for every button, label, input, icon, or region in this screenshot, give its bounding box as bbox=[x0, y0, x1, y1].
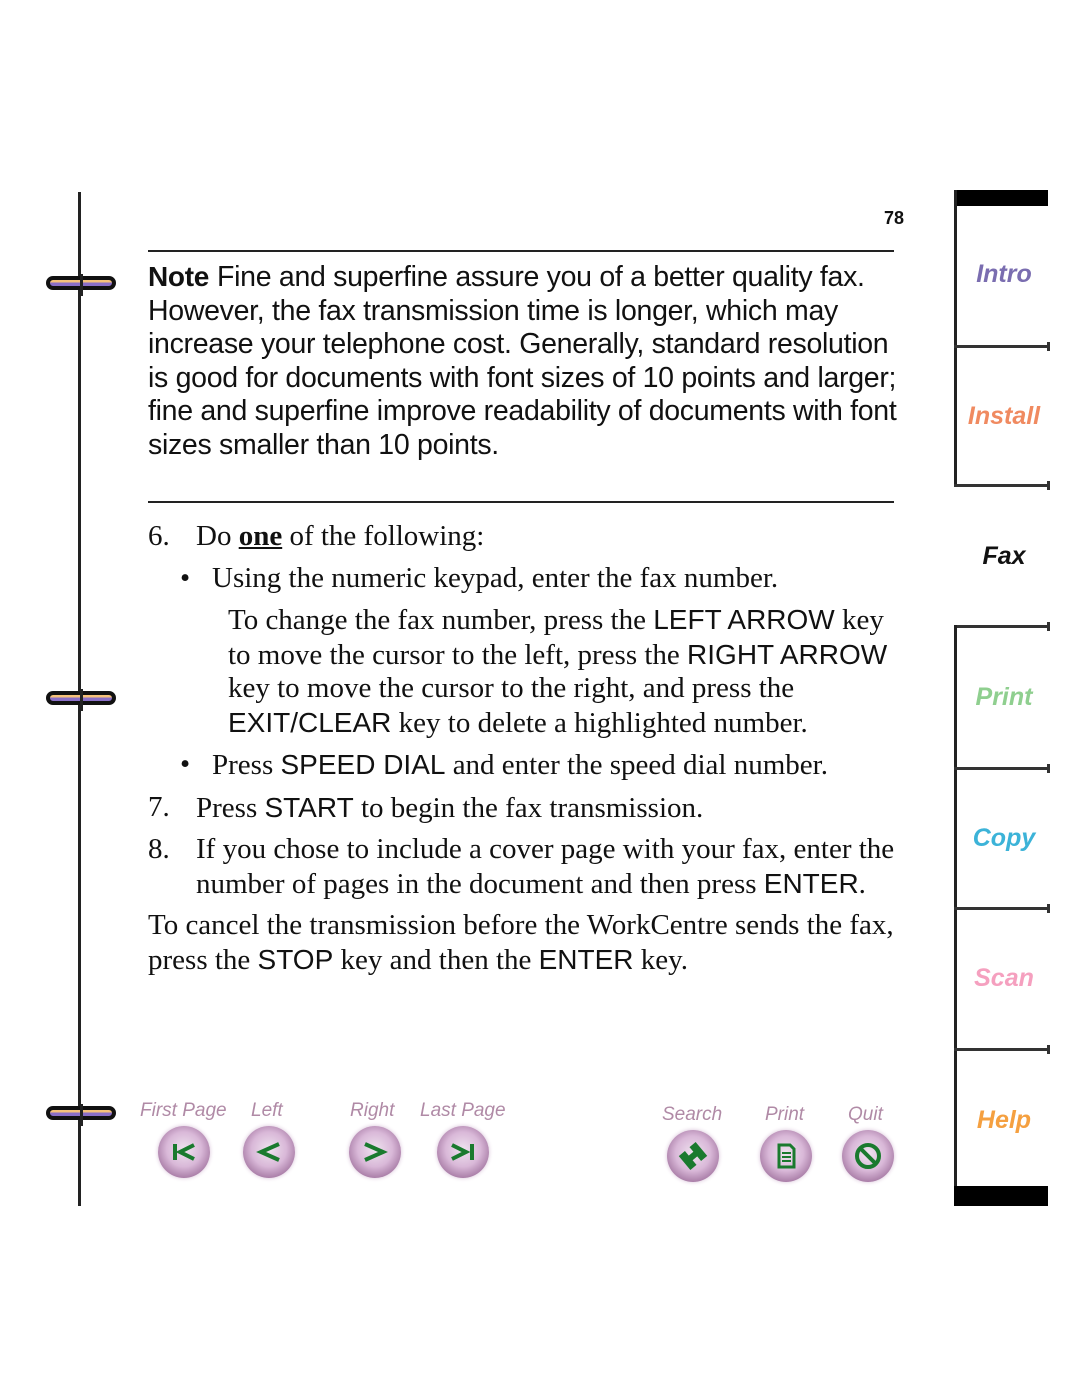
tab-edge bbox=[954, 190, 957, 486]
note-bottom-rule bbox=[148, 501, 894, 503]
text: key to move the cursor to the right, and… bbox=[228, 672, 795, 704]
tab-install[interactable]: Install bbox=[954, 402, 1054, 431]
tab-divider bbox=[954, 1045, 1050, 1054]
left-label: Left bbox=[251, 1100, 283, 1121]
text: Press bbox=[212, 749, 281, 781]
tab-divider bbox=[954, 481, 1050, 490]
key-stop: STOP bbox=[257, 943, 334, 975]
change-number-paragraph: To change the fax number, press the LEFT… bbox=[228, 603, 908, 740]
right-button[interactable] bbox=[349, 1126, 401, 1178]
key-left-arrow: LEFT ARROW bbox=[653, 604, 835, 635]
search-label: Search bbox=[662, 1104, 723, 1125]
search-button[interactable] bbox=[667, 1130, 719, 1182]
instructions: 6. Do one of the following: • Using the … bbox=[148, 520, 908, 977]
step-text: of the following: bbox=[282, 520, 485, 552]
binder-ring bbox=[46, 689, 116, 711]
text: To change the fax number, press the bbox=[228, 604, 654, 636]
quit-button[interactable] bbox=[842, 1130, 894, 1182]
print-label: Print bbox=[765, 1104, 805, 1125]
tab-bottom-bar bbox=[954, 1186, 1048, 1206]
key-right-arrow: RIGHT ARROW bbox=[687, 638, 888, 670]
bullet-icon: • bbox=[180, 561, 191, 594]
step-number: 6. bbox=[148, 520, 170, 552]
page-number: 78 bbox=[884, 208, 905, 228]
text: key. bbox=[633, 943, 689, 976]
text: and enter the speed dial number. bbox=[445, 749, 828, 781]
step-7: 7. Press START to begin the fax transmis… bbox=[148, 791, 908, 826]
last-page-button[interactable] bbox=[437, 1126, 489, 1178]
bullet-keypad: • Using the numeric keypad, enter the fa… bbox=[180, 562, 908, 596]
tab-print[interactable]: Print bbox=[954, 683, 1054, 712]
tab-divider bbox=[954, 622, 1050, 631]
text: . bbox=[858, 867, 866, 900]
note-block: Note Fine and superfine assure you of a b… bbox=[148, 260, 898, 463]
note-label: Note bbox=[148, 261, 210, 292]
step-number: 8. bbox=[148, 833, 170, 865]
step-number: 7. bbox=[148, 790, 170, 823]
tab-fax[interactable]: Fax bbox=[954, 542, 1054, 571]
first-page-icon bbox=[173, 1143, 195, 1161]
note-top-rule bbox=[148, 250, 894, 252]
text: Press bbox=[196, 791, 265, 824]
step-6: 6. Do one of the following: bbox=[148, 520, 908, 554]
note-text: Fine and superfine assure you of a bette… bbox=[148, 261, 897, 461]
quit-label: Quit bbox=[848, 1104, 883, 1125]
cancel-paragraph: To cancel the transmission before the Wo… bbox=[148, 909, 908, 977]
first-page-button[interactable] bbox=[158, 1126, 210, 1178]
key-enter: ENTER bbox=[763, 867, 859, 899]
tab-intro[interactable]: Intro bbox=[954, 260, 1054, 289]
tab-divider bbox=[954, 904, 1050, 913]
tab-divider bbox=[954, 342, 1050, 351]
arrow-right-icon bbox=[364, 1142, 388, 1162]
tab-help[interactable]: Help bbox=[954, 1106, 1054, 1135]
binder-ring bbox=[46, 1104, 116, 1126]
right-label: Right bbox=[350, 1100, 395, 1121]
tab-scan[interactable]: Scan bbox=[954, 964, 1054, 993]
left-button[interactable] bbox=[243, 1126, 295, 1178]
first-page-label: First Page bbox=[140, 1100, 227, 1121]
tab-copy[interactable]: Copy bbox=[954, 824, 1054, 853]
key-speed-dial: SPEED DIAL bbox=[280, 749, 446, 780]
no-entry-icon bbox=[855, 1143, 881, 1169]
last-page-label: Last Page bbox=[420, 1100, 506, 1121]
arrow-left-icon bbox=[256, 1142, 280, 1162]
bullet-icon: • bbox=[180, 748, 191, 780]
text: key to delete a highlighted number. bbox=[391, 706, 808, 739]
tab-top-bar bbox=[954, 190, 1048, 206]
emphasis-one: one bbox=[238, 520, 283, 552]
last-page-icon bbox=[451, 1143, 474, 1161]
key-enter: ENTER bbox=[538, 943, 634, 975]
tab-divider bbox=[954, 764, 1050, 773]
chapter-tabs: Intro Install Fax Print Copy Scan Help bbox=[954, 190, 1050, 1206]
key-exit-clear: EXIT/CLEAR bbox=[228, 706, 392, 738]
text: key and then the bbox=[333, 943, 539, 976]
print-button[interactable] bbox=[760, 1130, 812, 1182]
key-start: START bbox=[264, 791, 354, 823]
bullet-speed-dial: • Press SPEED DIAL and enter the speed d… bbox=[180, 748, 908, 783]
bullet-text: Using the numeric keypad, enter the fax … bbox=[212, 561, 779, 594]
document-icon bbox=[777, 1143, 796, 1169]
binder-ring bbox=[46, 274, 116, 296]
text: to begin the fax transmission. bbox=[353, 791, 704, 824]
binoculars-icon bbox=[678, 1142, 708, 1170]
step-8: 8. If you chose to include a cover page … bbox=[148, 833, 908, 901]
step-text: Do bbox=[196, 520, 239, 552]
